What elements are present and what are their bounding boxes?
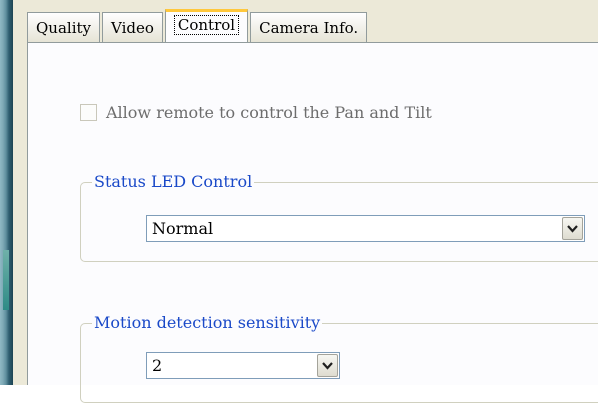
status-led-legend: Status LED Control — [92, 172, 255, 192]
tab-control-label: Control — [173, 15, 240, 35]
motion-sensitivity-value: 2 — [152, 356, 163, 375]
tab-control[interactable]: Control — [164, 9, 249, 42]
motion-sensitivity-dropdown[interactable]: 2 — [146, 352, 340, 379]
tab-quality[interactable]: Quality — [27, 12, 100, 42]
tab-camera-info-label: Camera Info. — [259, 19, 359, 37]
tab-strip: Quality Video Control Camera Info. — [27, 9, 369, 42]
chevron-down-icon[interactable] — [317, 354, 338, 377]
motion-detection-legend: Motion detection sensitivity — [92, 313, 323, 333]
tab-video[interactable]: Video — [102, 12, 163, 42]
window-edge — [0, 0, 13, 385]
tab-video-label: Video — [111, 19, 154, 37]
tab-camera-info[interactable]: Camera Info. — [250, 12, 368, 42]
remote-control-option[interactable]: Allow remote to control the Pan and Tilt — [80, 103, 432, 122]
tab-quality-label: Quality — [36, 19, 91, 37]
remote-control-label: Allow remote to control the Pan and Tilt — [106, 103, 432, 122]
status-led-dropdown[interactable]: Normal — [146, 215, 585, 242]
status-led-value: Normal — [152, 219, 214, 238]
remote-control-checkbox[interactable] — [80, 104, 97, 121]
chevron-down-icon[interactable] — [562, 217, 583, 240]
